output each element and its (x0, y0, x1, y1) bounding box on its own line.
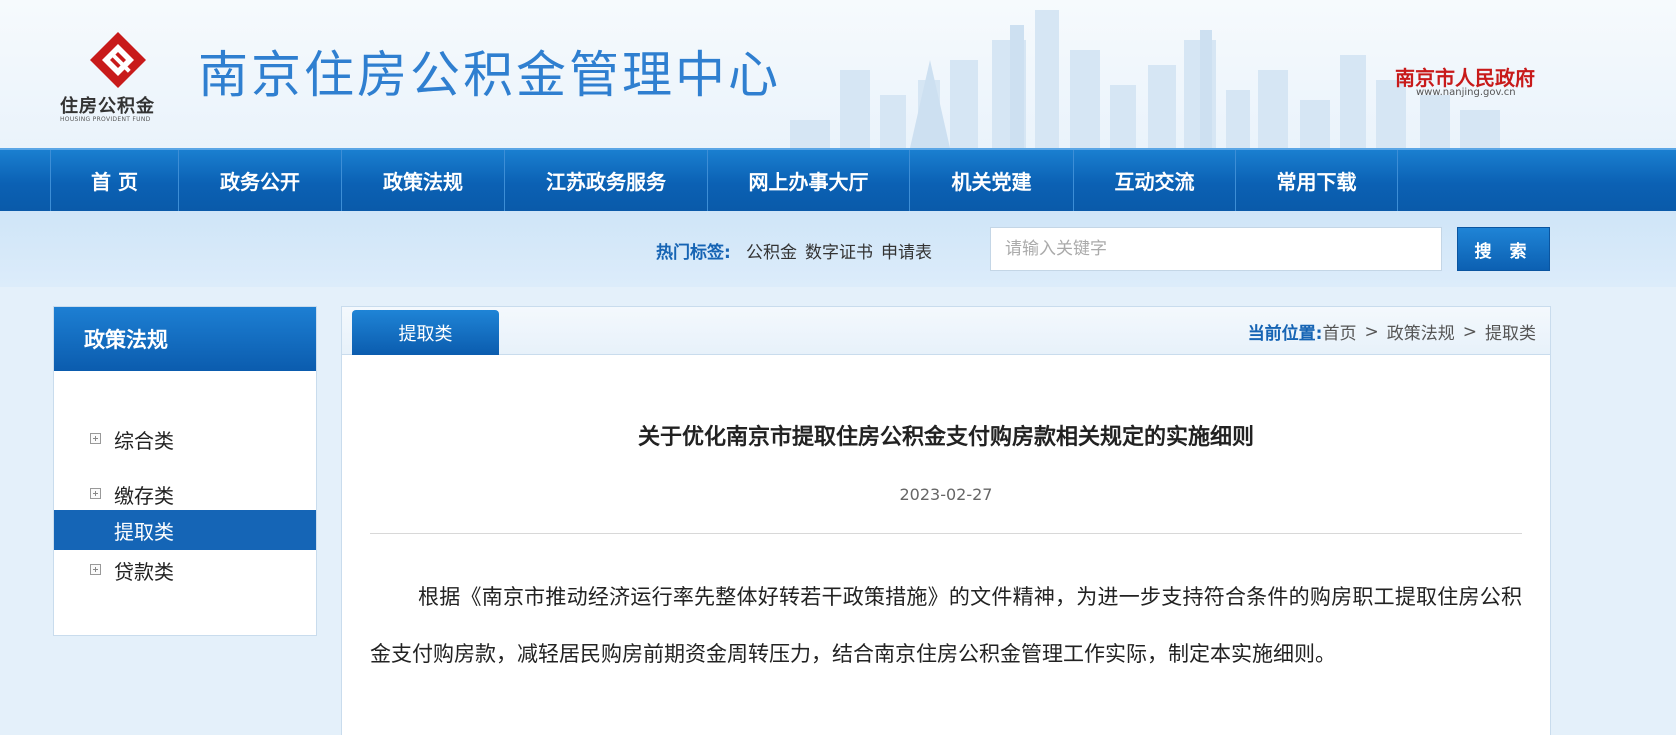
hot-tag[interactable]: 申请表 (881, 238, 932, 263)
main-navigation: 首 页 政务公开 政策法规 江苏政务服务 网上办事大厅 机关党建 互动交流 常用… (0, 148, 1676, 211)
breadcrumb-link-withdrawal[interactable]: 提取类 (1485, 319, 1536, 344)
site-title: 南京住房公积金管理中心 (198, 46, 781, 104)
hot-tags-label: 热门标签: (656, 243, 731, 263)
sidebar-item-deposit[interactable]: 缴存类 (54, 474, 316, 514)
nav-list: 首 页 政务公开 政策法规 江苏政务服务 网上办事大厅 机关党建 互动交流 常用… (50, 150, 1398, 211)
sidebar-item-label: 缴存类 (114, 483, 174, 508)
article-title: 关于优化南京市提取住房公积金支付购房款相关规定的实施细则 (637, 425, 1254, 450)
housing-fund-logo-icon (90, 32, 146, 88)
breadcrumb-link-home[interactable]: 首页 (1323, 319, 1357, 344)
logo-subtext: HOUSING PROVIDENT FUND (60, 116, 151, 123)
nav-item-policies[interactable]: 政策法规 (341, 150, 504, 211)
plus-box-icon (90, 564, 101, 575)
site-logo[interactable]: 住房公积金 HOUSING PROVIDENT FUND (60, 30, 180, 130)
nav-item-downloads[interactable]: 常用下载 (1235, 150, 1398, 211)
nav-item-online-hall[interactable]: 网上办事大厅 (707, 150, 909, 211)
sidebar-item-loan[interactable]: 贷款类 (54, 550, 316, 590)
nav-item-interaction[interactable]: 互动交流 (1073, 150, 1235, 211)
logo-text: 住房公积金 (60, 96, 155, 117)
breadcrumb-link-policies[interactable]: 政策法规 (1387, 319, 1455, 344)
sidebar-item-general[interactable]: 综合类 (54, 419, 316, 459)
sidebar-item-label: 提取类 (114, 519, 174, 544)
sidebar: 政策法规 综合类 缴存类 提取类 贷款类 (53, 306, 317, 636)
sidebar-item-withdrawal[interactable]: 提取类 (54, 510, 316, 550)
tab-withdrawal[interactable]: 提取类 (352, 310, 499, 355)
title-divider (370, 533, 1522, 534)
sidebar-heading: 政策法规 (54, 307, 316, 371)
content-panel: 提取类 当前位置: 首页 > 政策法规 > 提取类 关于优化南京市提取住房公积金… (341, 306, 1551, 735)
plus-box-icon (90, 488, 101, 499)
site-header: 住房公积金 HOUSING PROVIDENT FUND 南京住房公积金管理中心… (0, 0, 1676, 148)
nav-item-party-building[interactable]: 机关党建 (909, 150, 1073, 211)
breadcrumb-separator: > (1462, 321, 1477, 342)
nav-item-jiangsu-services[interactable]: 江苏政务服务 (504, 150, 707, 211)
plus-box-icon (90, 433, 101, 444)
search-button[interactable]: 搜 索 (1457, 227, 1550, 271)
content-toolbar: 提取类 当前位置: 首页 > 政策法规 > 提取类 (342, 307, 1550, 355)
search-bar: 热门标签: 公积金 数字证书 申请表 搜 索 (0, 211, 1676, 287)
hot-tag[interactable]: 数字证书 (805, 238, 873, 263)
breadcrumb: 当前位置: 首页 > 政策法规 > 提取类 (1247, 319, 1536, 345)
gov-link-url[interactable]: www.nanjing.gov.cn (1416, 87, 1516, 98)
article-body: 根据《南京市推动经济运行率先整体好转若干政策措施》的文件精神，为进一步支持符合条… (370, 585, 1522, 666)
article-date: 2023-02-27 (899, 485, 993, 504)
nav-item-home[interactable]: 首 页 (50, 150, 178, 211)
breadcrumb-separator: > (1364, 321, 1379, 342)
sidebar-item-label: 贷款类 (114, 559, 174, 584)
hot-tags: 公积金 数字证书 申请表 (746, 238, 932, 263)
sidebar-item-label: 综合类 (114, 428, 174, 453)
breadcrumb-label: 当前位置: (1247, 324, 1323, 344)
hot-tag[interactable]: 公积金 (746, 238, 797, 263)
search-input[interactable] (990, 227, 1442, 271)
nav-item-government-affairs[interactable]: 政务公开 (178, 150, 341, 211)
